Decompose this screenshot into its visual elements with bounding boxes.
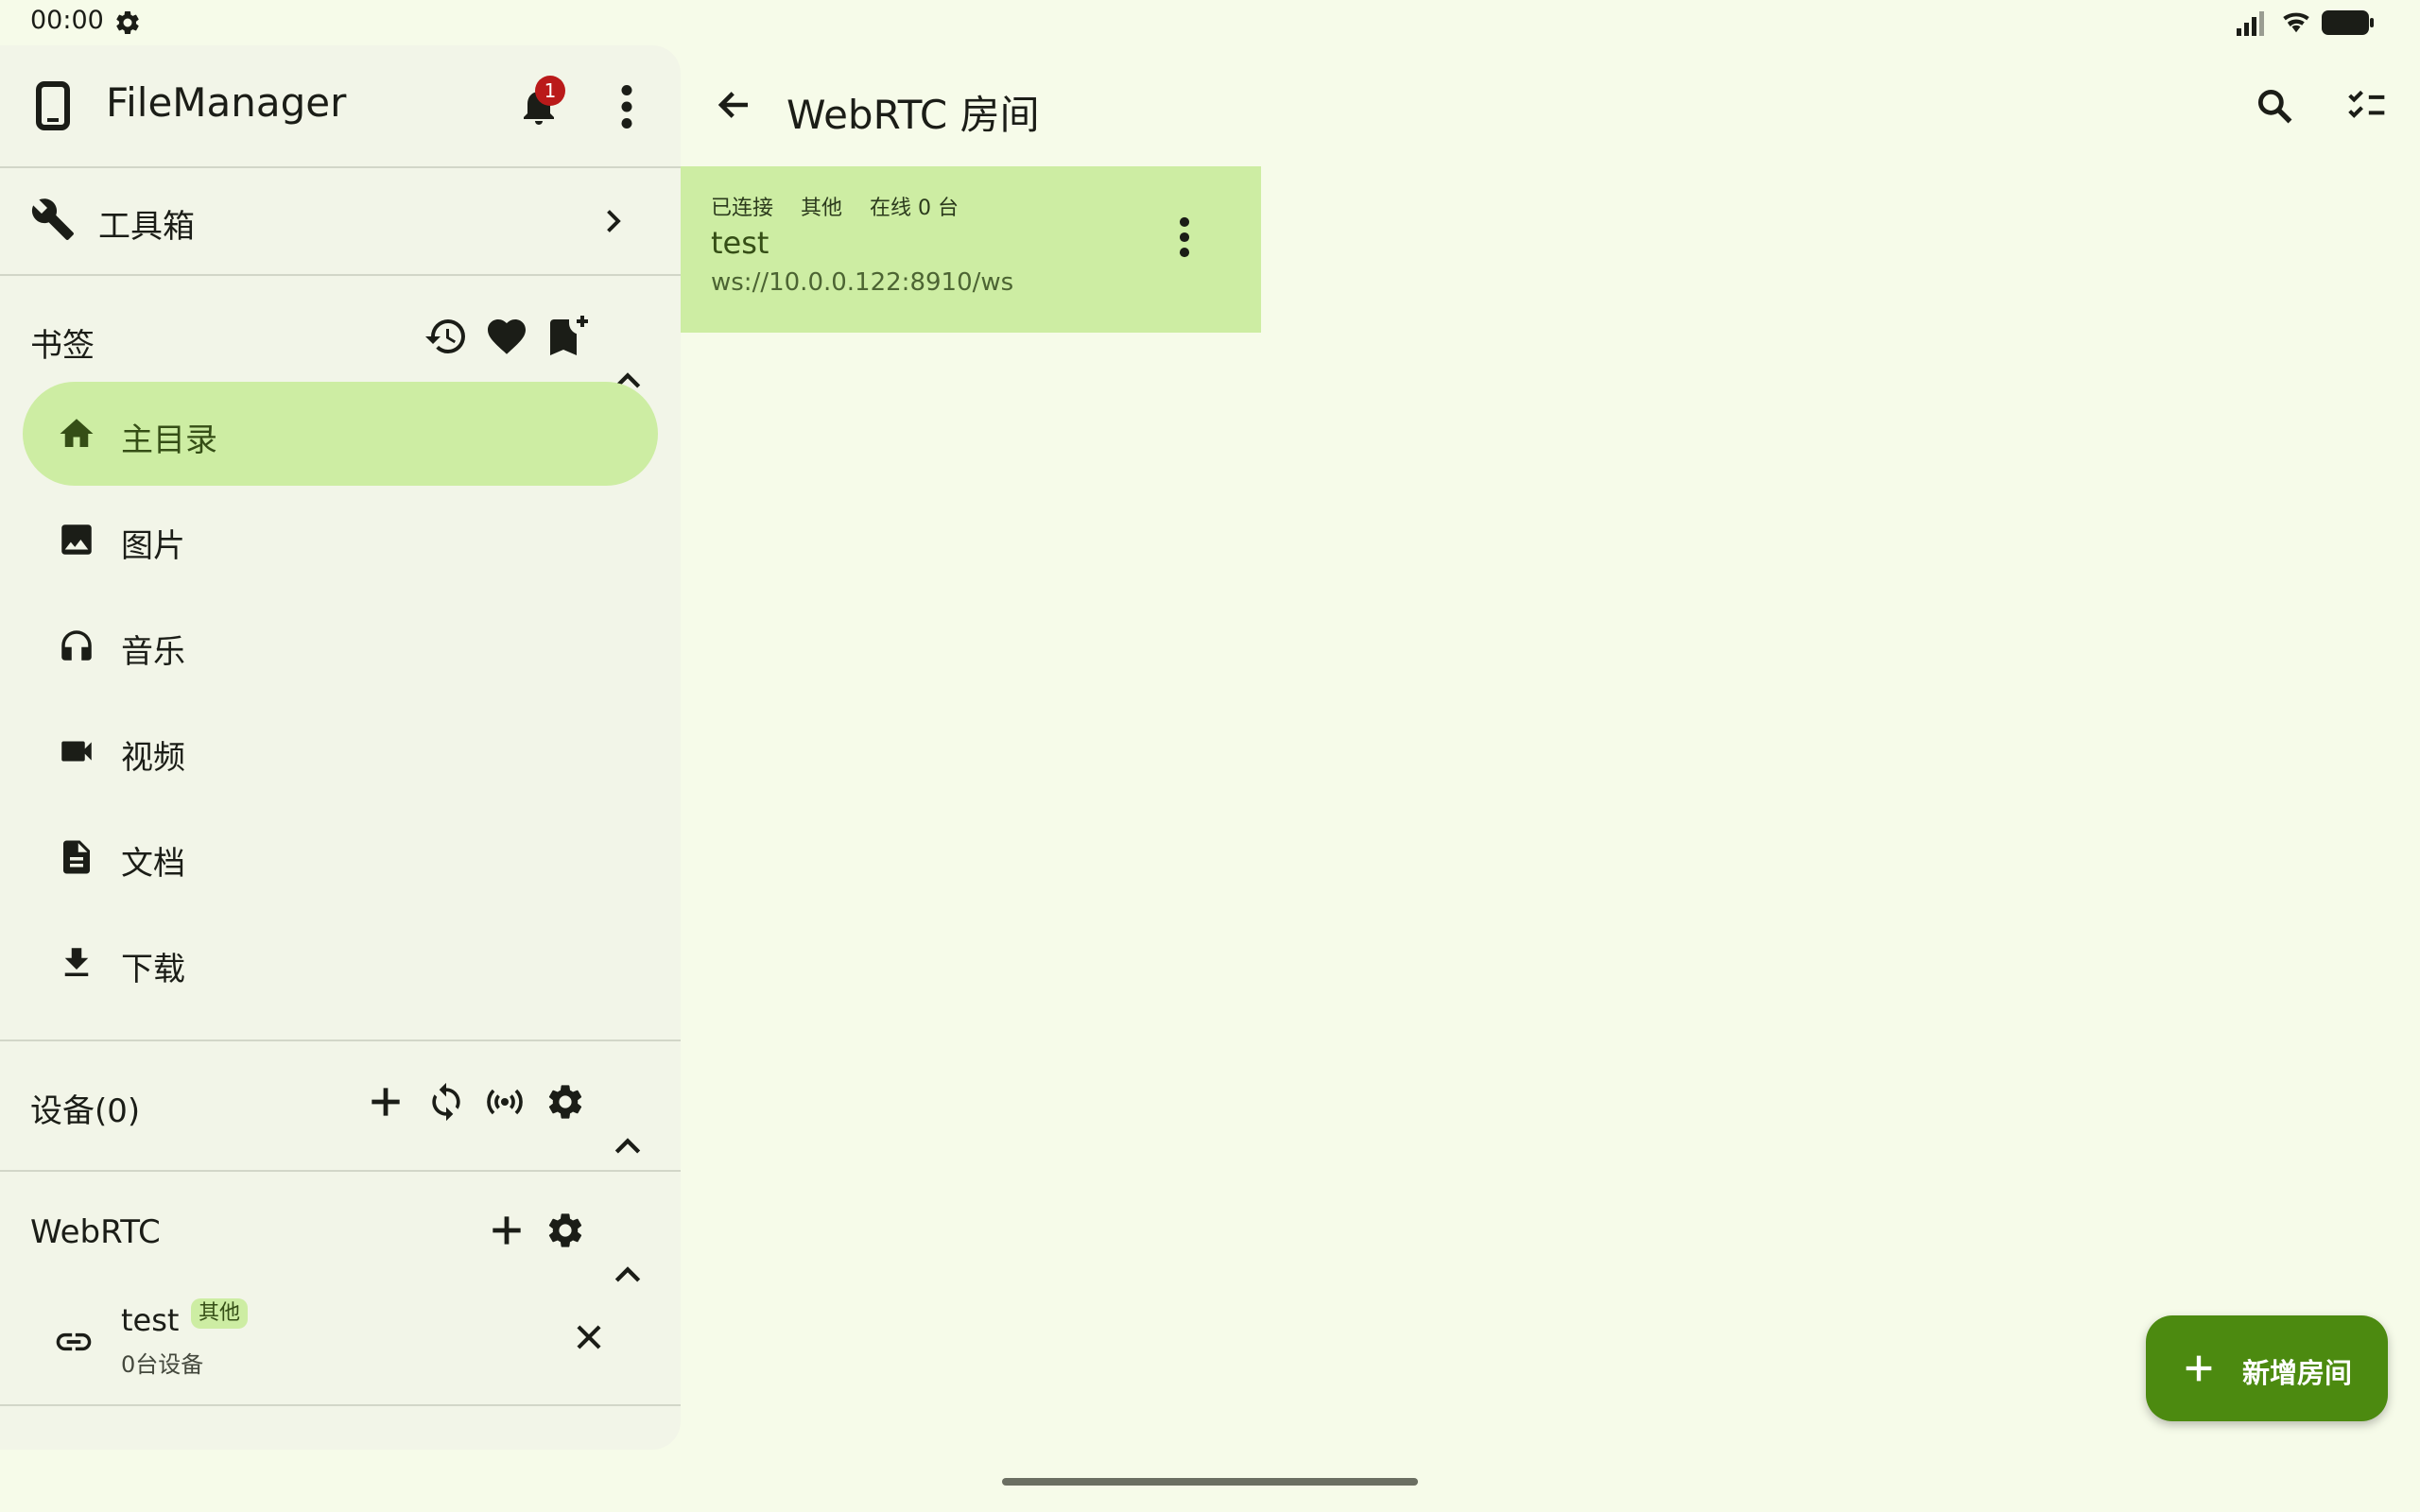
bookmark-item-images[interactable]: 图片 <box>23 488 658 592</box>
room-name: test <box>711 225 769 261</box>
devices-settings-gear-icon[interactable] <box>544 1081 586 1123</box>
more-vert-icon[interactable] <box>613 83 641 130</box>
videocam-icon <box>57 731 96 771</box>
wrench-icon <box>30 197 76 242</box>
top-app-bar: WebRTC 房间 <box>681 45 2420 166</box>
divider <box>0 1404 681 1406</box>
room-url: ws://10.0.0.122:8910/ws <box>711 268 1014 297</box>
bookmark-item-documents[interactable]: 文档 <box>23 805 658 909</box>
battery-icon <box>2322 9 2375 36</box>
status-bar: 00:00 <box>0 0 2420 45</box>
room-card[interactable]: 已连接 其他 在线 0 台 test ws://10.0.0.122:8910/… <box>681 166 1261 333</box>
link-icon <box>53 1321 95 1363</box>
back-arrow-icon[interactable] <box>715 85 754 125</box>
room-online-count: 在线 0 台 <box>870 197 959 220</box>
webrtc-room-item[interactable]: test 其他 0台设备 <box>0 1283 681 1387</box>
bookmark-label: 主目录 <box>121 421 217 459</box>
bookmark-label: 视频 <box>121 739 185 777</box>
divider <box>0 1170 681 1172</box>
document-icon <box>57 837 96 877</box>
bookmark-item-downloads[interactable]: 下载 <box>23 911 658 1015</box>
bookmark-label: 音乐 <box>121 633 185 671</box>
bookmark-item-music[interactable]: 音乐 <box>23 593 658 697</box>
home-icon <box>57 414 96 454</box>
webrtc-settings-gear-icon[interactable] <box>544 1210 586 1251</box>
navigation-drawer: FileManager 1 工具箱 书签 主目录 图片 音乐 视频 文档 下载 … <box>0 45 681 1450</box>
status-time: 00:00 <box>30 6 104 35</box>
broadcast-icon[interactable] <box>484 1081 526 1123</box>
room-meta: 已连接 其他 在线 0 台 <box>711 191 979 221</box>
headphones-icon <box>57 626 96 665</box>
phone-icon <box>36 81 70 130</box>
bookmark-item-video[interactable]: 视频 <box>23 699 658 803</box>
devices-collapse-chevron-up-icon[interactable] <box>609 1128 647 1166</box>
bookmark-item-home[interactable]: 主目录 <box>23 382 658 486</box>
notification-badge: 1 <box>535 76 565 106</box>
divider <box>0 1040 681 1041</box>
devices-title: 设备(0) <box>30 1092 141 1130</box>
bookmark-label: 下载 <box>121 951 185 988</box>
history-icon[interactable] <box>424 314 469 359</box>
download-icon <box>57 943 96 983</box>
app-title: FileManager <box>106 79 347 126</box>
divider <box>0 274 681 276</box>
sync-icon[interactable] <box>425 1081 467 1123</box>
cell-signal-icon <box>2237 9 2271 36</box>
webrtc-room-name: test <box>121 1302 180 1338</box>
settings-gear-icon <box>113 9 142 37</box>
search-icon[interactable] <box>2254 85 2295 127</box>
bookmark-label: 图片 <box>121 527 185 565</box>
room-more-vert-icon[interactable] <box>1170 215 1199 259</box>
checklist-icon[interactable] <box>2346 85 2388 127</box>
add-webrtc-plus-icon[interactable] <box>486 1210 527 1251</box>
favorite-icon[interactable] <box>484 314 529 359</box>
bookmark-add-icon[interactable] <box>544 314 590 359</box>
image-icon <box>57 520 96 559</box>
add-room-label: 新增房间 <box>2242 1357 2353 1389</box>
room-type: 其他 <box>801 197 843 220</box>
chevron-right-icon <box>596 204 630 238</box>
close-icon[interactable] <box>571 1319 607 1355</box>
plus-icon <box>2180 1349 2218 1387</box>
add-room-button[interactable]: 新增房间 <box>2146 1315 2388 1421</box>
page-title: WebRTC 房间 <box>786 92 1040 138</box>
toolbox-row[interactable]: 工具箱 <box>0 168 681 274</box>
add-device-plus-icon[interactable] <box>365 1081 406 1123</box>
drawer-header: FileManager 1 <box>0 45 681 166</box>
webrtc-room-tag: 其他 <box>191 1298 249 1329</box>
room-status: 已连接 <box>711 197 774 220</box>
webrtc-title: WebRTC <box>30 1213 161 1251</box>
bookmark-label: 文档 <box>121 845 185 883</box>
notifications-button[interactable]: 1 <box>516 76 569 134</box>
toolbox-label: 工具箱 <box>98 208 195 246</box>
home-indicator[interactable] <box>1002 1478 1418 1486</box>
bookmarks-title: 书签 <box>30 327 95 365</box>
webrtc-room-device-count: 0台设备 <box>121 1351 204 1378</box>
wifi-icon <box>2278 8 2314 36</box>
